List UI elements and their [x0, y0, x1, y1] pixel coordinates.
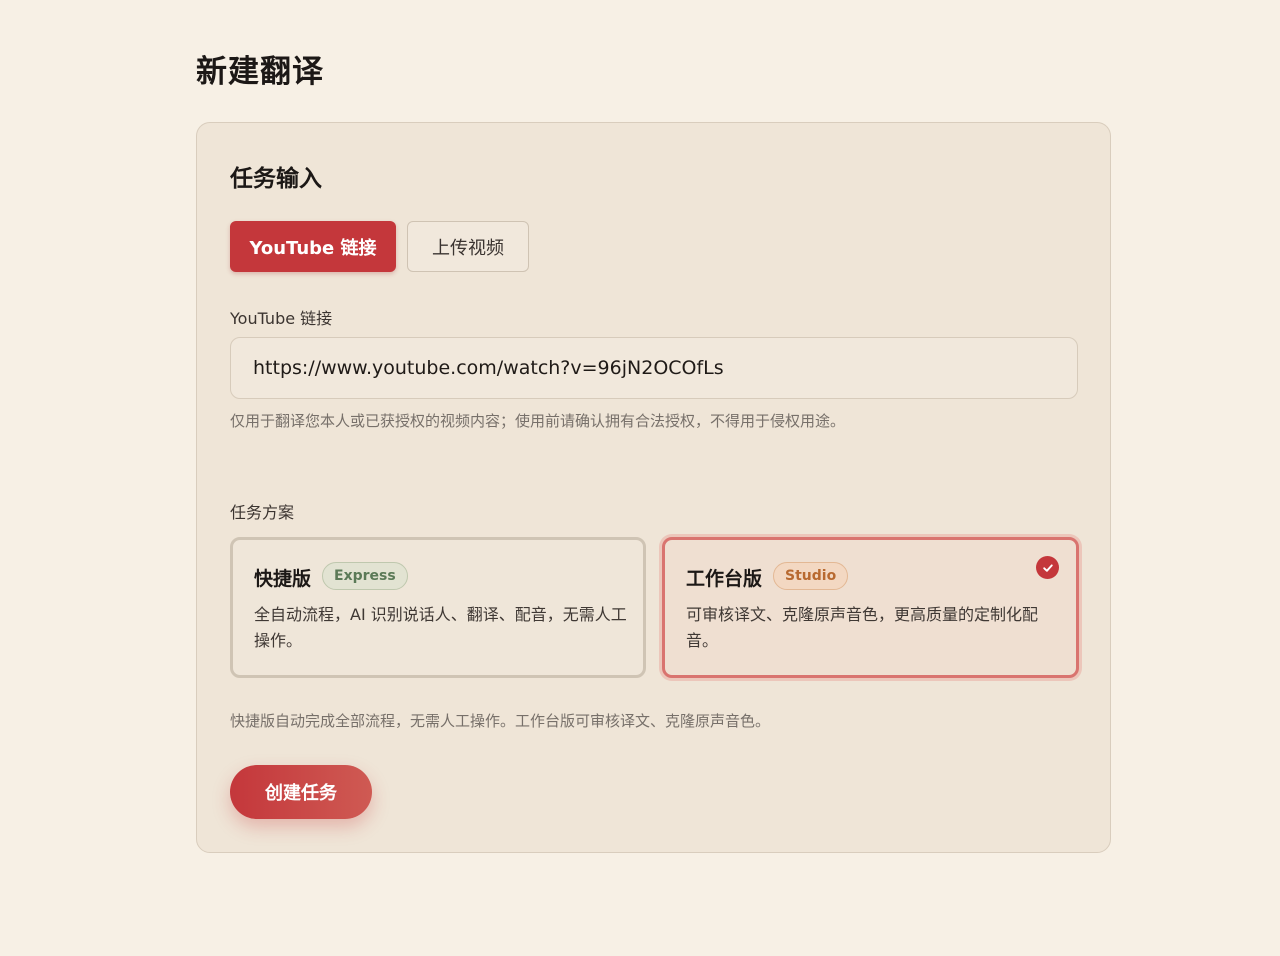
task-card: 任务输入 YouTube 链接 上传视频 YouTube 链接 仅用于翻译您本人…	[196, 122, 1111, 853]
tab-youtube-link[interactable]: YouTube 链接	[230, 221, 396, 272]
plan-description: 全自动流程，AI 识别说话人、翻译、配音，无需人工操作。	[254, 605, 627, 650]
plan-description: 可审核译文、克隆原声音色，更高质量的定制化配音。	[686, 605, 1039, 650]
plan-badge-studio: Studio	[773, 562, 849, 590]
task-plan-label: 任务方案	[230, 503, 295, 522]
plan-name: 工作台版	[686, 568, 763, 590]
plan-badge-express: Express	[322, 562, 408, 590]
plan-option-express[interactable]: 快捷版 Express 全自动流程，AI 识别说话人、翻译、配音，无需人工操作。	[230, 537, 646, 678]
section-title-task-input: 任务输入	[230, 166, 322, 192]
plan-hint: 快捷版自动完成全部流程，无需人工操作。工作台版可审核译文、克隆原声音色。	[230, 712, 771, 730]
youtube-link-label: YouTube 链接	[230, 309, 333, 328]
check-icon	[1036, 556, 1059, 579]
create-task-button[interactable]: 创建任务	[230, 765, 372, 819]
youtube-hint: 仅用于翻译您本人或已获授权的视频内容；使用前请确认拥有合法授权，不得用于侵权用途…	[230, 412, 846, 430]
page-title: 新建翻译	[196, 54, 324, 90]
youtube-url-input[interactable]	[230, 337, 1078, 399]
plan-name: 快捷版	[254, 568, 312, 590]
plan-option-studio[interactable]: 工作台版 Studio 可审核译文、克隆原声音色，更高质量的定制化配音。	[662, 537, 1079, 678]
tab-upload-video[interactable]: 上传视频	[407, 221, 529, 272]
